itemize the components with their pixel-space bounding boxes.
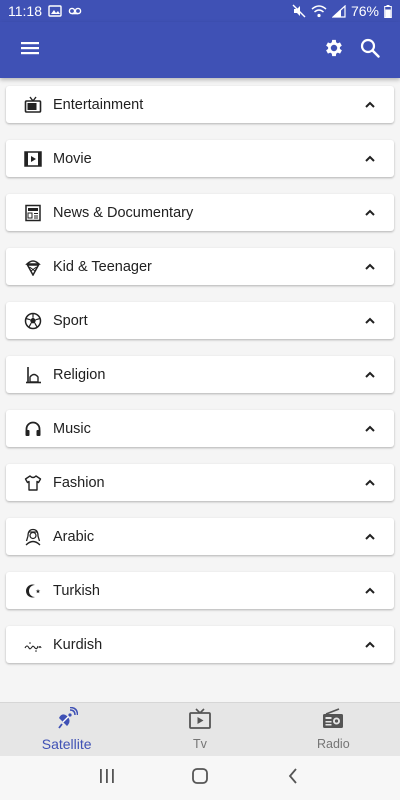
nav-radio[interactable]: Radio: [267, 703, 400, 756]
chevron-up-icon: [362, 583, 378, 599]
chevron-up-icon: [362, 97, 378, 113]
category-entertainment[interactable]: Entertainment: [6, 86, 394, 123]
arab-person-icon: [22, 526, 44, 548]
settings-button[interactable]: [316, 32, 352, 68]
nav-label: Tv: [193, 737, 207, 751]
category-kid-teenager[interactable]: Kid & Teenager: [6, 248, 394, 285]
crescent-star-icon: [22, 580, 44, 602]
mute-icon: [292, 4, 306, 18]
menu-button[interactable]: [12, 32, 48, 68]
nav-satellite[interactable]: Satellite: [0, 703, 133, 756]
film-icon: [22, 148, 44, 170]
shirt-icon: [22, 472, 44, 494]
category-label: Sport: [53, 312, 88, 329]
chevron-up-icon: [362, 637, 378, 653]
category-label: Kurdish: [53, 636, 103, 653]
status-bar: 11:18 76%: [0, 0, 400, 22]
recent-apps-icon: [98, 768, 116, 789]
menu-icon: [20, 40, 40, 61]
soccer-ball-icon: [22, 310, 44, 332]
bottom-navigation: Satellite Tv Radio: [0, 702, 400, 756]
nav-label: Radio: [316, 737, 350, 751]
battery-percent: 76%: [350, 3, 379, 19]
category-news-documentary[interactable]: News & Documentary: [6, 194, 394, 231]
nav-tv[interactable]: Tv: [133, 703, 266, 756]
chevron-up-icon: [362, 367, 378, 383]
chevron-up-icon: [362, 205, 378, 221]
category-label: Fashion: [53, 474, 105, 491]
category-kurdish[interactable]: Kurdish: [6, 626, 394, 663]
back-icon: [287, 767, 299, 789]
chevron-up-icon: [362, 259, 378, 275]
app-bar: [0, 22, 400, 78]
signal-icon: [331, 4, 346, 18]
category-label: Kid & Teenager: [53, 258, 152, 275]
search-icon: [360, 38, 380, 63]
category-fashion[interactable]: Fashion: [6, 464, 394, 501]
chevron-up-icon: [362, 151, 378, 167]
category-label: Arabic: [53, 528, 95, 545]
category-label: Entertainment: [53, 96, 144, 113]
recent-apps-button[interactable]: [87, 758, 127, 798]
search-button[interactable]: [352, 32, 388, 68]
back-button[interactable]: [273, 758, 313, 798]
category-movie[interactable]: Movie: [6, 140, 394, 177]
home-icon: [191, 767, 209, 790]
chevron-up-icon: [362, 475, 378, 491]
home-button[interactable]: [180, 758, 220, 798]
tv-play-icon: [189, 708, 211, 735]
voicemail-icon: [68, 6, 82, 16]
category-music[interactable]: Music: [6, 410, 394, 447]
category-religion[interactable]: Religion: [6, 356, 394, 393]
category-label: Movie: [53, 150, 92, 167]
headphones-icon: [22, 418, 44, 440]
category-list: Entertainment Movie News & Documentary K…: [0, 78, 400, 702]
nav-label: Satellite: [41, 736, 92, 752]
wifi-icon: [311, 4, 327, 18]
tv-icon: [22, 94, 44, 116]
radio-icon: [322, 708, 344, 735]
chevron-up-icon: [362, 313, 378, 329]
newspaper-icon: [22, 202, 44, 224]
battery-icon: [384, 4, 392, 18]
status-time: 11:18: [8, 3, 42, 19]
image-notification-icon: [48, 5, 62, 17]
ice-cream-icon: [22, 256, 44, 278]
gear-icon: [323, 37, 345, 64]
category-turkish[interactable]: Turkish: [6, 572, 394, 609]
category-label: Music: [53, 420, 91, 437]
mosque-icon: [22, 364, 44, 386]
chevron-up-icon: [362, 529, 378, 545]
chevron-up-icon: [362, 421, 378, 437]
category-label: Turkish: [53, 582, 100, 599]
satellite-dish-icon: [56, 706, 78, 734]
category-label: News & Documentary: [53, 204, 194, 221]
kurdish-script-icon: [22, 634, 44, 656]
category-arabic[interactable]: Arabic: [6, 518, 394, 555]
category-sport[interactable]: Sport: [6, 302, 394, 339]
category-label: Religion: [53, 366, 106, 383]
system-navigation-bar: [0, 756, 400, 800]
